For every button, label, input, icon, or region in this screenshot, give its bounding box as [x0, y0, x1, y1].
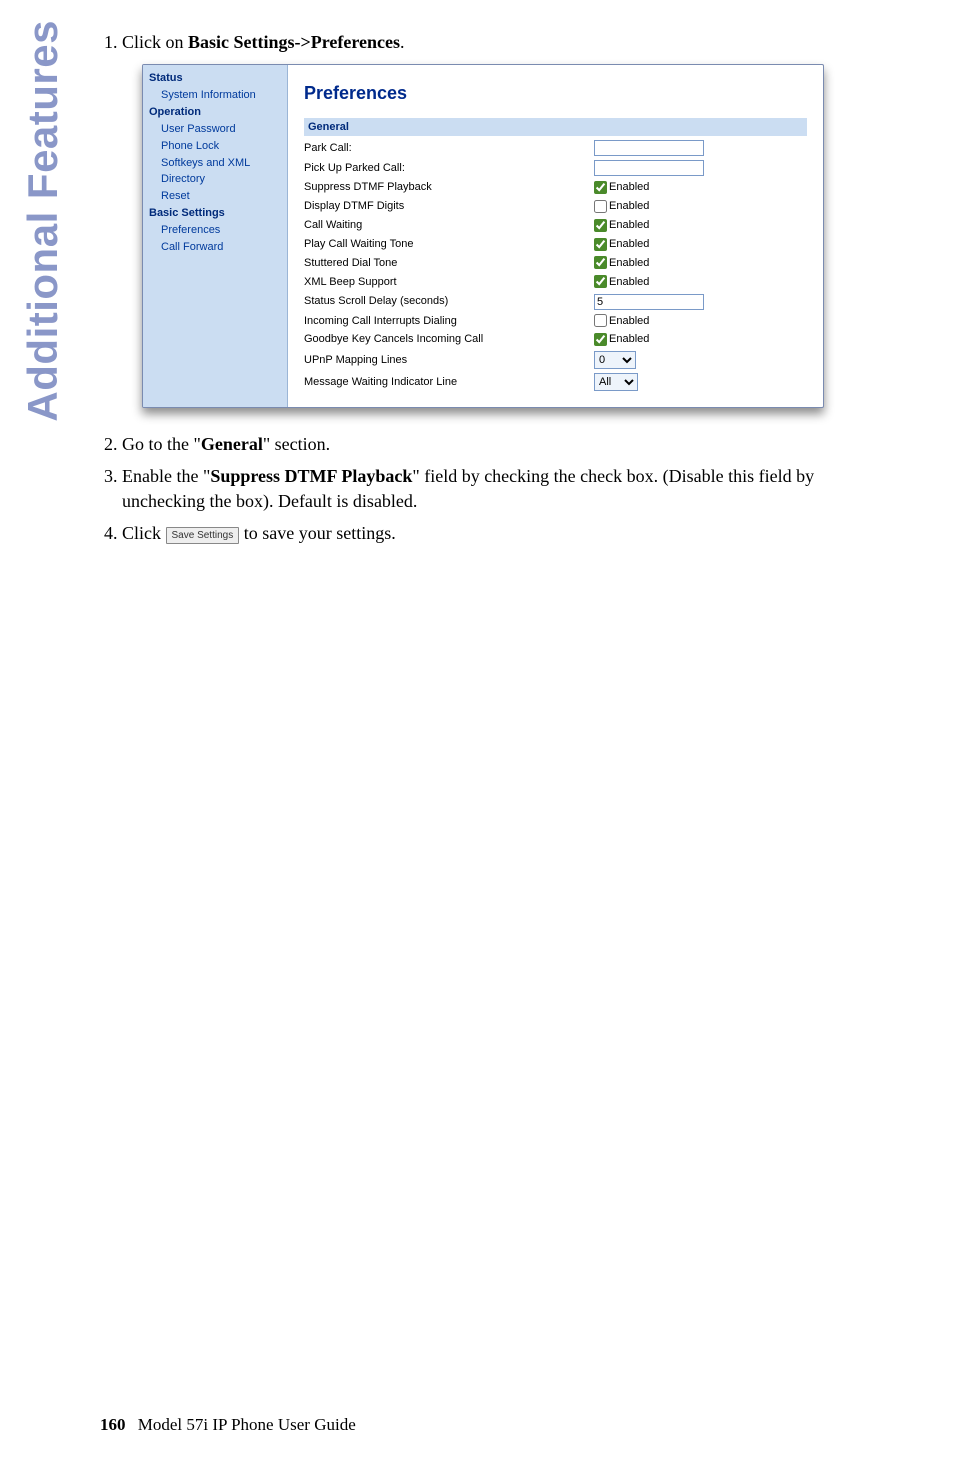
label-suppress: Suppress DTMF Playback	[304, 180, 594, 195]
nav-item-phonelock[interactable]: Phone Lock	[161, 139, 281, 154]
step-3: Enable the "Suppress DTMF Playback" fiel…	[122, 464, 894, 513]
input-pickup[interactable]	[594, 160, 704, 176]
label-park: Park Call:	[304, 141, 594, 156]
step-4: Click Save Settings to save your setting…	[122, 521, 894, 545]
select-upnp[interactable]: 0	[594, 351, 636, 369]
label-mwi: Message Waiting Indicator Line	[304, 375, 594, 390]
nav-item-userpwd[interactable]: User Password	[161, 122, 281, 137]
embedded-screenshot: Status System Information Operation User…	[142, 64, 824, 408]
step4-pre: Click	[122, 523, 166, 543]
step3-bold: Suppress DTMF Playback	[210, 466, 412, 486]
step-list: Click on Basic Settings->Preferences. St…	[100, 30, 894, 545]
row-goodbye: Goodbye Key Cancels Incoming Call Enable…	[304, 330, 807, 349]
label-playtone: Play Call Waiting Tone	[304, 237, 594, 252]
row-pickup: Pick Up Parked Call:	[304, 158, 807, 178]
section-general: General	[304, 118, 807, 137]
chk-suppress[interactable]	[594, 181, 607, 194]
nav-item-directory[interactable]: Directory	[161, 172, 281, 187]
step1-pre: Click on	[122, 32, 188, 52]
step2-period: .	[326, 434, 331, 454]
chk-xmlbeep[interactable]	[594, 275, 607, 288]
step1-bold: Basic Settings->Preferences	[188, 32, 400, 52]
page-footer: 160 Model 57i IP Phone User Guide	[100, 1415, 356, 1435]
save-settings-button[interactable]: Save Settings	[166, 527, 240, 544]
nav-sidebar: Status System Information Operation User…	[143, 65, 288, 407]
side-heading-text: Additional Features	[19, 20, 67, 422]
step3-pre: Enable the "	[122, 466, 210, 486]
row-mwi: Message Waiting Indicator Line All	[304, 371, 807, 393]
step4-post: to save your settings.	[239, 523, 395, 543]
page-number: 160	[100, 1415, 126, 1434]
row-suppress: Suppress DTMF Playback Enabled	[304, 178, 807, 197]
label-incoming: Incoming Call Interrupts Dialing	[304, 314, 594, 329]
step2-pre: Go to the "	[122, 434, 201, 454]
nav-item-prefs[interactable]: Preferences	[161, 223, 281, 238]
row-park: Park Call:	[304, 138, 807, 158]
label-goodbye: Goodbye Key Cancels Incoming Call	[304, 332, 594, 347]
step2-post: " section	[263, 434, 326, 454]
nav-cat-basics: Basic Settings	[149, 206, 281, 221]
chk-playtone[interactable]	[594, 238, 607, 251]
enabled-label: Enabled	[609, 200, 649, 212]
label-xmlbeep: XML Beep Support	[304, 275, 594, 290]
chk-callwait[interactable]	[594, 219, 607, 232]
select-mwi[interactable]: All	[594, 373, 638, 391]
nav-item-callfwd[interactable]: Call Forward	[161, 240, 281, 255]
row-playtone: Play Call Waiting Tone Enabled	[304, 235, 807, 254]
label-pickup: Pick Up Parked Call:	[304, 161, 594, 176]
chk-stutter[interactable]	[594, 256, 607, 269]
footer-text: Model 57i IP Phone User Guide	[138, 1415, 356, 1434]
input-park[interactable]	[594, 140, 704, 156]
enabled-label: Enabled	[609, 238, 649, 250]
nav-item-softkeys[interactable]: Softkeys and XML	[161, 156, 281, 171]
row-stutter: Stuttered Dial Tone Enabled	[304, 254, 807, 273]
input-scroll[interactable]	[594, 294, 704, 310]
nav-item-reset[interactable]: Reset	[161, 189, 281, 204]
nav-cat-operation: Operation	[149, 105, 281, 120]
step2-bold: General	[201, 434, 263, 454]
enabled-label: Enabled	[609, 181, 649, 193]
enabled-label: Enabled	[609, 219, 649, 231]
step-2: Go to the "General" section.	[122, 432, 894, 456]
label-callwait: Call Waiting	[304, 218, 594, 233]
page-content: Click on Basic Settings->Preferences. St…	[100, 0, 894, 545]
nav-item-sysinfo[interactable]: System Information	[161, 88, 281, 103]
panel-title: Preferences	[304, 81, 807, 105]
enabled-label: Enabled	[609, 257, 649, 269]
row-display: Display DTMF Digits Enabled	[304, 197, 807, 216]
step1-post: .	[400, 32, 405, 52]
label-display: Display DTMF Digits	[304, 199, 594, 214]
row-xmlbeep: XML Beep Support Enabled	[304, 273, 807, 292]
label-scroll: Status Scroll Delay (seconds)	[304, 294, 594, 309]
row-callwait: Call Waiting Enabled	[304, 216, 807, 235]
enabled-label: Enabled	[609, 276, 649, 288]
side-heading: Additional Features	[5, 20, 80, 1475]
row-scroll: Status Scroll Delay (seconds)	[304, 292, 807, 312]
step-1: Click on Basic Settings->Preferences. St…	[122, 30, 894, 408]
nav-cat-status: Status	[149, 71, 281, 86]
row-incoming: Incoming Call Interrupts Dialing Enabled	[304, 312, 807, 331]
chk-display[interactable]	[594, 200, 607, 213]
enabled-label: Enabled	[609, 315, 649, 327]
chk-incoming[interactable]	[594, 314, 607, 327]
chk-goodbye[interactable]	[594, 333, 607, 346]
label-upnp: UPnP Mapping Lines	[304, 353, 594, 368]
row-upnp: UPnP Mapping Lines 0	[304, 349, 807, 371]
enabled-label: Enabled	[609, 333, 649, 345]
main-panel: Preferences General Park Call: Pick Up P…	[288, 65, 823, 407]
label-stutter: Stuttered Dial Tone	[304, 256, 594, 271]
